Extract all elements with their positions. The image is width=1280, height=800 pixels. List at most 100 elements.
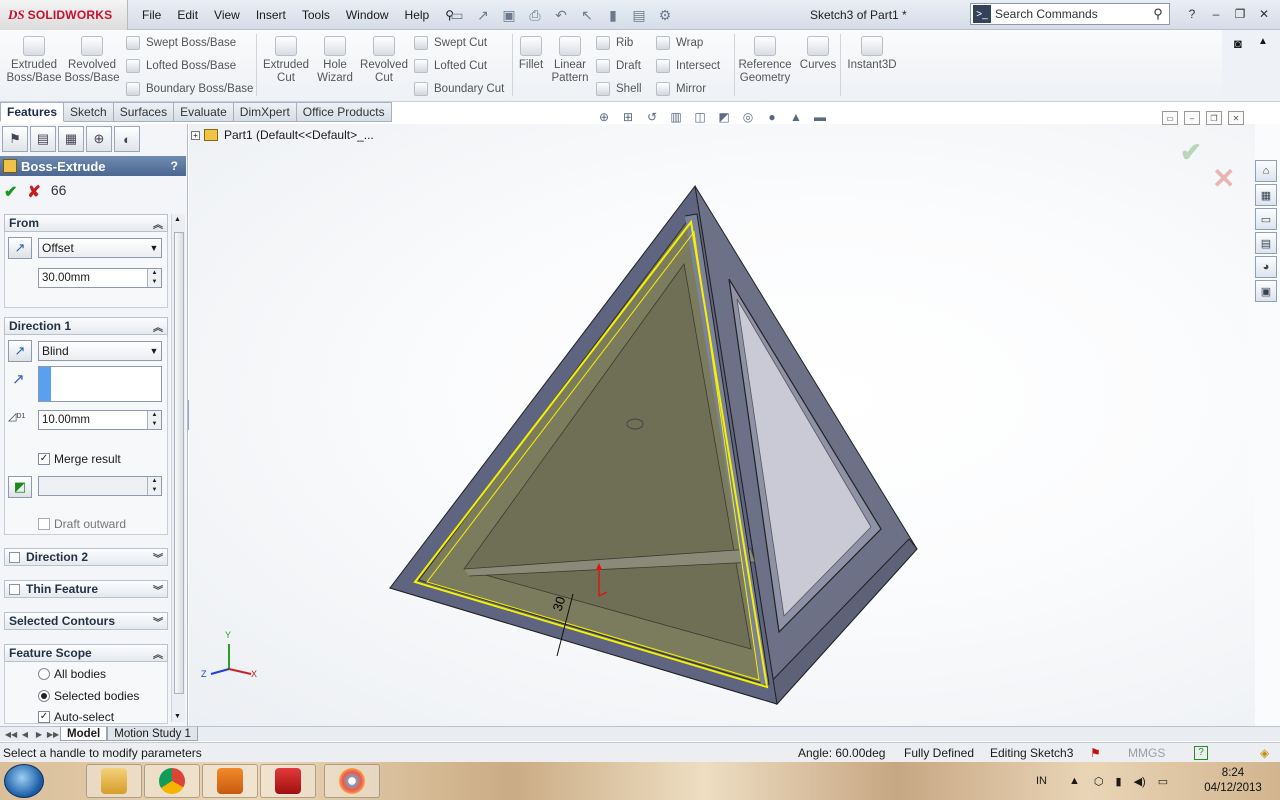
curves-button[interactable]: Curves — [796, 36, 840, 72]
volume-icon[interactable]: ◀) — [1134, 775, 1146, 788]
notification-icon[interactable]: ◈ — [1260, 746, 1269, 760]
feature-scope-group-header[interactable]: Feature Scope ︽ — [4, 644, 168, 662]
direction2-checkbox[interactable] — [9, 551, 20, 563]
depth-field[interactable]: 10.00mm ▲ ▼ — [38, 410, 162, 430]
cancel-x-icon[interactable]: ✘ — [27, 182, 40, 202]
lofted-boss-button[interactable]: Lofted Boss/Base — [126, 57, 236, 75]
linear-pattern-button[interactable]: Linear Pattern — [544, 36, 596, 85]
property-manager-scrollbar[interactable]: ▲ ▼ — [171, 214, 185, 722]
extruded-boss-button[interactable]: Extruded Boss/Base — [6, 36, 62, 85]
auto-select-checkbox[interactable]: ✓ Auto-select — [38, 710, 114, 724]
search-icon[interactable]: ⚲ — [1147, 6, 1169, 22]
instant3d-button[interactable]: Instant3D — [844, 36, 900, 72]
all-bodies-radio[interactable]: All bodies — [38, 667, 106, 681]
draft-button[interactable]: Draft — [596, 57, 641, 75]
taskbar-explorer[interactable] — [86, 764, 142, 798]
options-icon[interactable]: ⚙ — [654, 5, 676, 25]
feature-manager-icon[interactable]: ⚑ — [2, 126, 28, 152]
rebuild-indicator-icon[interactable]: ⚑ — [1090, 746, 1101, 760]
clock[interactable]: 8:24 04/12/2013 — [1200, 766, 1266, 796]
tab-office-products[interactable]: Office Products — [296, 102, 392, 122]
minimize-button[interactable]: – — [1206, 5, 1226, 23]
confirmation-cancel-icon[interactable]: ✕ — [1212, 162, 1235, 195]
merge-result-checkbox[interactable]: ✓ Merge result — [38, 452, 121, 466]
shell-button[interactable]: Shell — [596, 80, 642, 98]
feature-tree-flyout[interactable]: + Part1 (Default<<Default>_... — [191, 128, 374, 142]
file-properties-icon[interactable]: ▤ — [628, 5, 650, 25]
apply-scene-icon[interactable]: ▲ — [786, 108, 806, 126]
solidworks-resources-icon[interactable]: ⌂ — [1255, 160, 1277, 182]
mirror-button[interactable]: Mirror — [656, 80, 706, 98]
revolved-boss-button[interactable]: Revolved Boss/Base — [64, 36, 120, 85]
language-indicator[interactable]: IN — [1036, 775, 1047, 787]
scroll-up-icon[interactable]: ▲ — [174, 216, 181, 223]
selected-bodies-radio[interactable]: Selected bodies — [38, 689, 139, 703]
view-settings-icon[interactable]: ▬ — [810, 108, 830, 126]
open-icon[interactable]: ↗ — [472, 5, 494, 25]
revolved-cut-button[interactable]: Revolved Cut — [356, 36, 412, 85]
reverse-direction-icon[interactable]: ↗ — [8, 340, 32, 362]
appearances-icon[interactable]: ◕ — [1255, 256, 1277, 278]
reference-geometry-button[interactable]: Reference Geometry — [736, 36, 794, 85]
network-share-icon[interactable]: ⬡ — [1094, 775, 1104, 788]
view-palette-icon[interactable]: ▤ — [1255, 232, 1277, 254]
menu-insert[interactable]: Insert — [248, 6, 294, 24]
tab-model[interactable]: Model — [60, 727, 108, 741]
offset-distance-field[interactable]: 30.00mm ▲ ▼ — [38, 268, 162, 288]
expand-plus-icon[interactable]: + — [191, 130, 200, 140]
expand-chevron-icon[interactable]: ︾ — [153, 614, 163, 629]
help-button[interactable]: ? — [1182, 5, 1202, 23]
expand-chevron-icon[interactable]: ︾ — [153, 582, 163, 597]
edit-appearance-icon[interactable]: ● — [762, 108, 782, 126]
from-group-header[interactable]: From ︽ — [4, 214, 168, 232]
extruded-cut-button[interactable]: Extruded Cut — [258, 36, 314, 85]
file-explorer-icon[interactable]: ▭ — [1255, 208, 1277, 230]
swept-boss-button[interactable]: Swept Boss/Base — [126, 34, 236, 52]
collapse-icon[interactable]: ▲ — [1258, 36, 1268, 47]
collapse-chevron-icon[interactable]: ︽ — [153, 216, 163, 231]
end-condition-select[interactable]: Blind ▼ — [38, 341, 162, 361]
collapse-chevron-icon[interactable]: ︽ — [153, 319, 163, 334]
last-tab-icon[interactable]: ▶▶ — [46, 727, 60, 741]
viewport-minimize-icon[interactable]: – — [1184, 111, 1200, 125]
dimxpert-manager-icon[interactable]: ⊕ — [86, 126, 112, 152]
thin-feature-checkbox[interactable] — [9, 583, 20, 595]
close-button[interactable]: ✕ — [1254, 5, 1274, 23]
select-icon[interactable]: ↖ — [576, 5, 598, 25]
start-button-icon[interactable] — [4, 764, 44, 798]
show-hidden-icons-icon[interactable]: ▲ — [1069, 775, 1080, 787]
confirmation-ok-icon[interactable]: ✔ — [1180, 137, 1202, 168]
zoom-to-area-icon[interactable]: ⊞ — [618, 108, 638, 126]
wrap-button[interactable]: Wrap — [656, 34, 703, 52]
view-orientation-icon[interactable]: ◫ — [690, 108, 710, 126]
rebuild-icon[interactable]: ▮ — [602, 5, 624, 25]
from-select[interactable]: Offset ▼ — [38, 238, 162, 258]
display-manager-icon[interactable]: ◐ — [114, 126, 140, 152]
draft-outward-checkbox[interactable]: Draft outward — [38, 517, 126, 531]
taskbar-media-player[interactable] — [202, 764, 258, 798]
tab-motion-study-1[interactable]: Motion Study 1 — [107, 727, 198, 741]
save-icon[interactable]: ▣ — [498, 5, 520, 25]
previous-view-icon[interactable]: ↺ — [642, 108, 662, 126]
model-viewport[interactable]: 30 Y X Z — [189, 124, 1255, 726]
ok-check-icon[interactable]: ✔ — [4, 182, 17, 202]
graphics-area[interactable]: 30 Y X Z — [189, 124, 1255, 726]
restore-button[interactable]: ❐ — [1230, 5, 1250, 23]
expand-chevron-icon[interactable]: ︾ — [153, 550, 163, 565]
tab-dimxpert[interactable]: DimXpert — [233, 102, 297, 122]
intersect-button[interactable]: Intersect — [656, 57, 720, 75]
viewport-icon[interactable]: ▭ — [1162, 111, 1178, 125]
direction-vector-selection[interactable] — [38, 366, 162, 402]
menu-tools[interactable]: Tools — [294, 6, 338, 24]
solidworks-logo[interactable]: DS SOLIDWORKS — [0, 0, 128, 30]
viewport-close-icon[interactable]: ✕ — [1228, 111, 1244, 125]
lofted-cut-button[interactable]: Lofted Cut — [414, 57, 487, 75]
configuration-manager-icon[interactable]: ▦ — [58, 126, 84, 152]
zoom-to-fit-icon[interactable]: ⊕ — [594, 108, 614, 126]
power-icon[interactable]: ▭ — [1158, 775, 1168, 788]
search-input[interactable]: Search Commands — [995, 7, 1147, 21]
design-library-icon[interactable]: ▦ — [1255, 184, 1277, 206]
boundary-cut-button[interactable]: Boundary Cut — [414, 80, 504, 98]
scrollbar-thumb[interactable] — [174, 232, 184, 694]
tab-sketch[interactable]: Sketch — [64, 102, 114, 122]
